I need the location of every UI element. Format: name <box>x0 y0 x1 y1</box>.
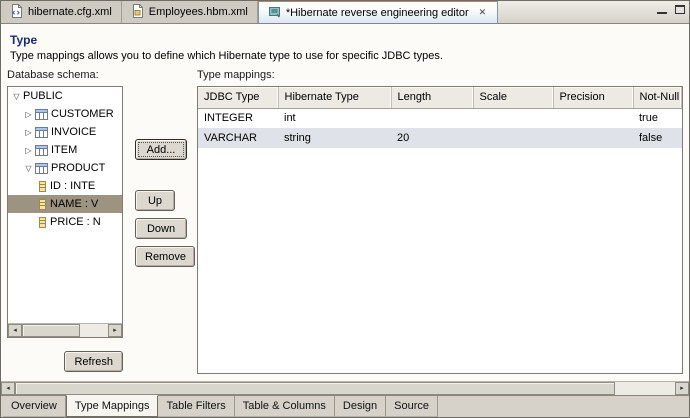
tab-hibernate-reveng-editor[interactable]: *Hibernate reverse engineering editor ✕ <box>258 1 498 23</box>
remove-button[interactable]: Remove <box>135 246 195 267</box>
cell-not-null[interactable]: false <box>633 128 682 148</box>
tab-hibernate-cfg-xml[interactable]: hibernate.cfg.xml <box>1 1 122 23</box>
scroll-right-icon[interactable]: ▸ <box>675 382 689 395</box>
cell-precision[interactable] <box>553 128 633 148</box>
column-header-hibernate-type[interactable]: Hibernate Type <box>278 87 391 108</box>
down-button[interactable]: Down <box>135 218 187 239</box>
up-button[interactable]: Up <box>135 190 175 211</box>
tree-item-label: PRODUCT <box>51 162 105 174</box>
column-header-precision[interactable]: Precision <box>553 87 633 108</box>
cell-length[interactable]: 20 <box>391 128 473 148</box>
table-row-varchar[interactable]: VARCHAR string 20 false <box>198 128 682 148</box>
scroll-left-icon[interactable]: ◂ <box>1 382 15 395</box>
tree-item-customer[interactable]: ▷ CUSTOMER <box>8 105 122 123</box>
reveng-editor-icon <box>268 5 281 21</box>
tab-design[interactable]: Design <box>335 396 386 417</box>
scrollbar-thumb[interactable] <box>22 324 80 337</box>
minimize-icon[interactable] <box>657 5 667 14</box>
type-mappings-page: Type Type mappings allows you to define … <box>1 24 689 381</box>
scroll-left-icon[interactable]: ◂ <box>8 324 22 337</box>
column-icon <box>38 181 47 192</box>
chevron-collapsed-icon[interactable]: ▷ <box>22 146 35 155</box>
column-icon <box>38 217 47 228</box>
cell-scale[interactable] <box>473 128 553 148</box>
cell-hibernate-type[interactable]: int <box>278 108 391 128</box>
type-mappings-table[interactable]: JDBC Type Hibernate Type Length Scale Pr… <box>197 86 683 374</box>
column-header-length[interactable]: Length <box>391 87 473 108</box>
page-title: Type <box>10 33 683 47</box>
xml-file-icon <box>10 4 23 21</box>
tree-item-column-name[interactable]: NAME : V <box>8 195 122 213</box>
hbm-file-icon <box>131 4 144 21</box>
cell-jdbc-type[interactable]: INTEGER <box>198 108 278 128</box>
tree-item-product[interactable]: ▽ PRODUCT <box>8 159 122 177</box>
cell-jdbc-type[interactable]: VARCHAR <box>198 128 278 148</box>
database-schema-panel: Database schema: ▽ PUBLIC ▷ CUSTOMER <box>7 69 125 372</box>
tab-table-and-columns[interactable]: Table & Columns <box>235 396 335 417</box>
close-icon[interactable]: ✕ <box>477 7 489 18</box>
tab-label: Employees.hbm.xml <box>149 6 248 18</box>
scroll-right-icon[interactable]: ▸ <box>108 324 122 337</box>
tree-item-label: ITEM <box>51 144 77 156</box>
editor-tab-bar: hibernate.cfg.xml Employees.hbm.xml *Hib… <box>1 1 689 24</box>
table-header-row: JDBC Type Hibernate Type Length Scale Pr… <box>198 87 682 108</box>
refresh-button[interactable]: Refresh <box>64 351 123 372</box>
chevron-expanded-icon[interactable]: ▽ <box>22 164 35 173</box>
tree-item-label: CUSTOMER <box>51 108 114 120</box>
cell-length[interactable] <box>391 108 473 128</box>
maximize-icon[interactable] <box>675 5 685 14</box>
tab-type-mappings[interactable]: Type Mappings <box>66 395 159 417</box>
tab-table-filters[interactable]: Table Filters <box>158 396 234 417</box>
chevron-expanded-icon[interactable]: ▽ <box>10 92 23 101</box>
hibernate-editor-window: hibernate.cfg.xml Employees.hbm.xml *Hib… <box>0 0 690 418</box>
database-schema-label: Database schema: <box>7 69 125 84</box>
tab-source[interactable]: Source <box>386 396 438 417</box>
table-icon <box>35 109 48 120</box>
column-header-not-null[interactable]: Not-Null <box>633 87 682 108</box>
page-description: Type mappings allows you to define which… <box>10 50 683 62</box>
chevron-collapsed-icon[interactable]: ▷ <box>22 128 35 137</box>
cell-precision[interactable] <box>553 108 633 128</box>
tab-label: *Hibernate reverse engineering editor <box>286 7 469 19</box>
tree-item-label: INVOICE <box>51 126 96 138</box>
table-icon <box>35 163 48 174</box>
column-header-jdbc-type[interactable]: JDBC Type <box>198 87 278 108</box>
tree-item-column-id[interactable]: ID : INTE <box>8 177 122 195</box>
tree-item-label: PUBLIC <box>23 90 63 102</box>
scrollbar-thumb[interactable] <box>15 382 615 395</box>
tree-item-label: PRICE : N <box>50 216 101 228</box>
tree-item-column-price[interactable]: PRICE : N <box>8 213 122 231</box>
type-mappings-label: Type mappings: <box>197 69 683 84</box>
tab-overview[interactable]: Overview <box>3 396 66 417</box>
tab-employees-hbm-xml[interactable]: Employees.hbm.xml <box>122 1 258 23</box>
mapping-actions: Add... Up Down Remove <box>125 69 197 267</box>
table-icon <box>35 145 48 156</box>
type-mappings-panel: Type mappings: JDBC Type Hibernate Type … <box>197 69 683 374</box>
add-button[interactable]: Add... <box>135 139 187 160</box>
view-toolbar <box>657 5 685 14</box>
cell-hibernate-type[interactable]: string <box>278 128 391 148</box>
column-icon <box>38 199 47 210</box>
editor-page-tabs: Overview Type Mappings Table Filters Tab… <box>1 395 689 417</box>
tree-item-item[interactable]: ▷ ITEM <box>8 141 122 159</box>
tree-horizontal-scrollbar[interactable]: ◂ ▸ <box>8 323 122 337</box>
table-icon <box>35 127 48 138</box>
tree-item-public[interactable]: ▽ PUBLIC <box>8 87 122 105</box>
column-header-scale[interactable]: Scale <box>473 87 553 108</box>
chevron-collapsed-icon[interactable]: ▷ <box>22 110 35 119</box>
editor-horizontal-scrollbar[interactable]: ◂ ▸ <box>1 381 689 395</box>
tree-item-label: ID : INTE <box>50 180 95 192</box>
tree-item-label: NAME : V <box>50 198 98 210</box>
database-schema-tree[interactable]: ▽ PUBLIC ▷ CUSTOMER ▷ <box>7 86 123 338</box>
cell-scale[interactable] <box>473 108 553 128</box>
tab-label: hibernate.cfg.xml <box>28 6 112 18</box>
tree-item-invoice[interactable]: ▷ INVOICE <box>8 123 122 141</box>
table-row-integer[interactable]: INTEGER int true <box>198 108 682 128</box>
cell-not-null[interactable]: true <box>633 108 682 128</box>
